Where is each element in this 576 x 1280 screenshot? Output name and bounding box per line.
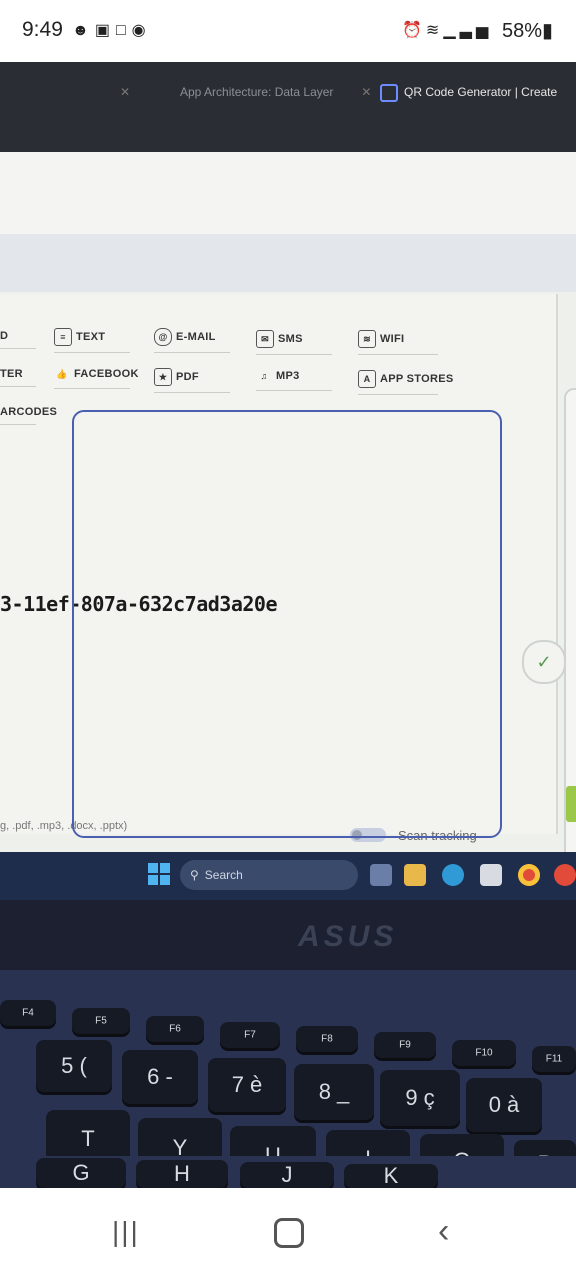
chrome-browser-icon[interactable] bbox=[518, 864, 540, 886]
key-f6: F6 bbox=[146, 1016, 204, 1042]
recent-apps-button[interactable]: ||| bbox=[112, 1216, 140, 1248]
scanner-frame bbox=[72, 410, 502, 838]
wifi-icon: ≋ bbox=[358, 330, 376, 348]
text-icon: ≡ bbox=[54, 328, 72, 346]
key-f10: F10 bbox=[452, 1040, 516, 1066]
qr-type-mp3[interactable]: ♫ MP3 bbox=[256, 368, 332, 391]
key-j: J bbox=[240, 1162, 334, 1188]
pdf-icon: ★ bbox=[154, 368, 172, 386]
windows-taskbar: ⚲ Search bbox=[0, 852, 576, 900]
thumbs-up-icon: 👍 bbox=[56, 369, 68, 379]
qr-favicon-icon bbox=[380, 83, 398, 102]
sms-icon: ✉ bbox=[256, 330, 274, 348]
qr-type-wifi[interactable]: ≋ WIFI bbox=[358, 330, 438, 355]
key-5: 5 ( bbox=[36, 1040, 112, 1092]
key-8: 8 _ bbox=[294, 1064, 374, 1120]
qr-type-twitter[interactable]: TER bbox=[0, 368, 36, 387]
key-h: H bbox=[136, 1160, 228, 1188]
key-f5: F5 bbox=[72, 1008, 130, 1034]
qr-type-app-stores[interactable]: A APP STORES bbox=[358, 370, 453, 395]
next-button[interactable] bbox=[566, 786, 576, 822]
browser-tab[interactable]: ✕ bbox=[0, 72, 130, 112]
app-store-icon: A bbox=[358, 370, 376, 388]
browser-tab[interactable]: App Architecture: Data Layer ✕ bbox=[180, 72, 371, 112]
key-f8: F8 bbox=[296, 1026, 358, 1052]
qr-type-sms[interactable]: ✉ SMS bbox=[256, 330, 332, 355]
qr-type-pdf[interactable]: ★ PDF bbox=[154, 368, 230, 393]
android-nav-bar: ||| ‹ bbox=[0, 1188, 576, 1280]
signal-icon: ▁▃▅ bbox=[443, 22, 493, 39]
battery-level: 58%▮ bbox=[502, 20, 554, 42]
laptop-brand-logo: ASUS bbox=[298, 920, 398, 953]
step-check-button[interactable]: ✓ bbox=[522, 640, 566, 684]
file-explorer-icon[interactable] bbox=[404, 864, 426, 886]
store-icon[interactable] bbox=[480, 864, 502, 886]
image-icon: ▣ bbox=[94, 22, 116, 39]
status-time: 9:49 bbox=[22, 18, 63, 41]
key-g: G bbox=[36, 1158, 126, 1188]
screenshot-icon: □ bbox=[115, 22, 132, 39]
key-f11: F11 bbox=[532, 1046, 576, 1072]
wifi-icon: ≋ bbox=[425, 22, 444, 39]
back-button[interactable]: ‹ bbox=[438, 1212, 449, 1251]
status-bar: 9:49 ☻▣□◉ ⏰≋▁▃▅ 58%▮ bbox=[0, 0, 576, 62]
laptop-bezel: ASUS bbox=[0, 900, 576, 970]
status-right-icons: ⏰≋▁▃▅ bbox=[402, 20, 492, 40]
key-9: 9 ç bbox=[380, 1070, 460, 1126]
key-k: K bbox=[344, 1163, 438, 1188]
notification-icon: ☻ bbox=[72, 22, 95, 39]
key-f7: F7 bbox=[220, 1022, 280, 1048]
page-banner bbox=[0, 152, 576, 234]
qr-type-barcodes[interactable]: ARCODES bbox=[0, 406, 57, 425]
browser-tab-active[interactable]: QR Code Generator | Create bbox=[380, 72, 557, 112]
page-nav-band bbox=[0, 234, 576, 292]
browser-tab-bar: ✕ App Architecture: Data Layer ✕ QR Code … bbox=[0, 62, 576, 154]
qr-type-email[interactable]: @ E-MAIL bbox=[154, 328, 230, 353]
key-7: 7 è bbox=[208, 1058, 286, 1112]
at-icon: @ bbox=[154, 328, 172, 346]
keyboard-home-row: G H J K bbox=[0, 1156, 576, 1188]
key-f4: F4 bbox=[0, 1000, 56, 1026]
qr-type-text[interactable]: ≡ TEXT bbox=[54, 328, 130, 353]
close-tab-icon[interactable]: ✕ bbox=[361, 85, 371, 99]
qr-type-facebook[interactable]: 👍 FACEBOOK bbox=[54, 366, 138, 389]
music-note-icon: ♫ bbox=[260, 371, 268, 381]
windows-start-icon[interactable] bbox=[148, 863, 170, 885]
check-icon: ✓ bbox=[536, 652, 552, 672]
shazam-icon: ◉ bbox=[131, 22, 152, 39]
taskbar-search-box[interactable]: ⚲ Search bbox=[180, 860, 358, 890]
key-6: 6 - bbox=[122, 1050, 198, 1104]
alarm-icon: ⏰ bbox=[402, 22, 426, 39]
status-left-icons: ☻▣□◉ bbox=[72, 20, 152, 40]
search-icon: ⚲ bbox=[190, 868, 199, 882]
key-0: 0 à bbox=[466, 1078, 542, 1132]
home-button[interactable] bbox=[274, 1218, 304, 1248]
task-view-icon[interactable] bbox=[370, 864, 392, 886]
qr-type-url[interactable]: D bbox=[0, 330, 36, 349]
edge-browser-icon[interactable] bbox=[442, 864, 464, 886]
app-icon[interactable] bbox=[554, 864, 576, 886]
key-f9: F9 bbox=[374, 1032, 436, 1058]
close-tab-icon[interactable]: ✕ bbox=[120, 85, 130, 99]
